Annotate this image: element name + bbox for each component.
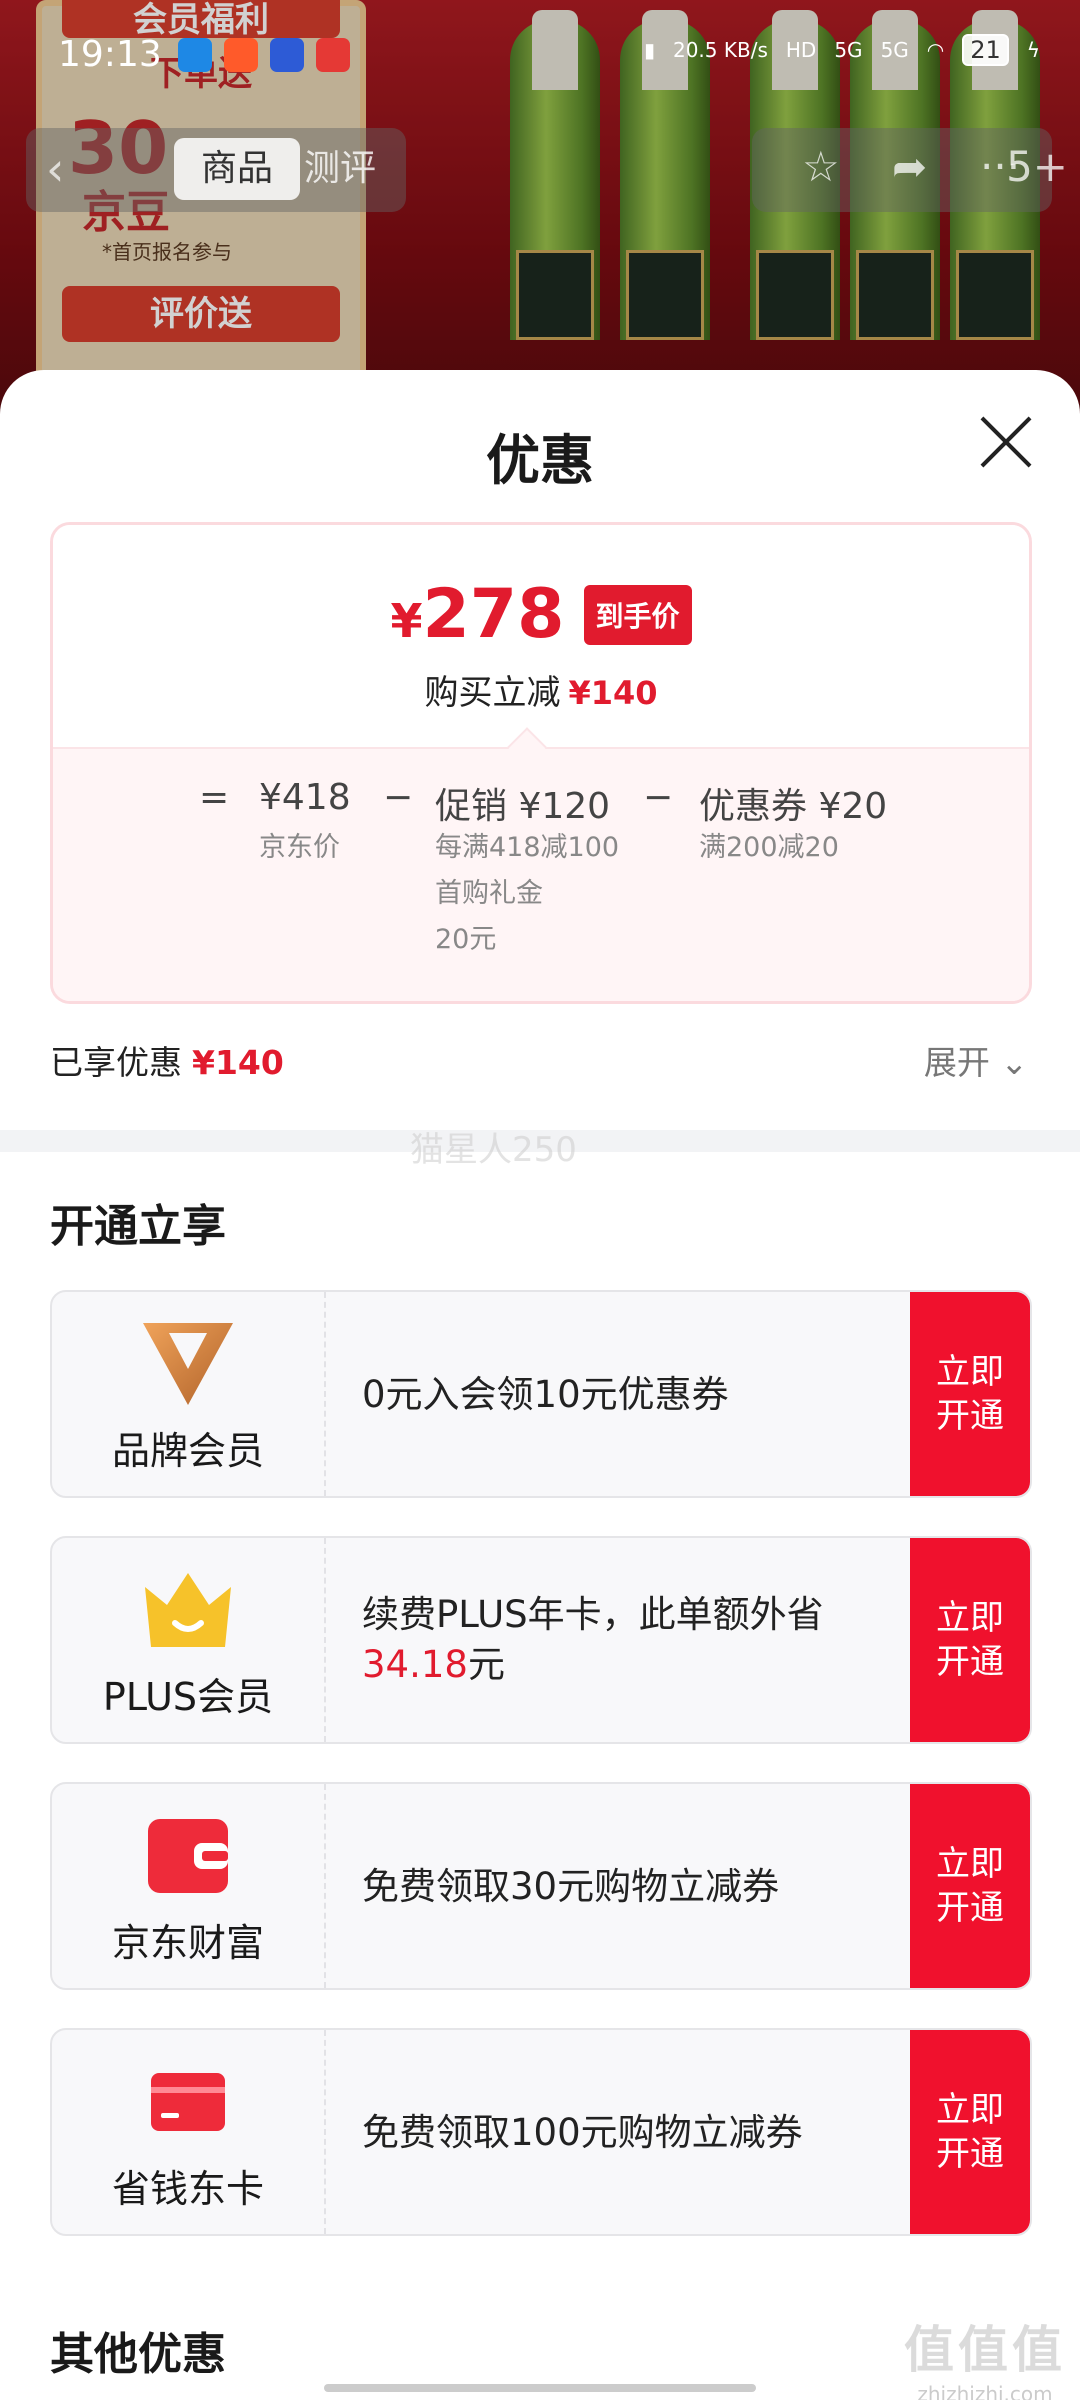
offer-brand-member[interactable]: 品牌会员 0元入会领10元优惠券 立即开通 xyxy=(50,1290,1032,1498)
card-icon xyxy=(52,2058,324,2146)
promo-gift-value: 20元 xyxy=(435,924,497,955)
coupon-rule: 满200减20 xyxy=(699,832,839,863)
section-title-open: 开通立享 xyxy=(50,1201,226,1252)
wifi-icon: ◠ xyxy=(926,38,945,62)
charging-icon: ϟ xyxy=(1026,38,1040,62)
activate-button[interactable]: 立即开通 xyxy=(910,2030,1030,2234)
close-icon[interactable] xyxy=(976,412,1036,472)
notification-icons xyxy=(178,38,350,72)
app-notification-icon xyxy=(270,38,304,72)
offer-desc: 免费领取100元购物立减券 xyxy=(362,2111,803,2154)
tab-review[interactable]: 测评 xyxy=(304,138,376,200)
crown-icon xyxy=(52,1566,324,1654)
promo-amount: 促销 ¥120 xyxy=(435,786,611,827)
back-arrow-icon[interactable]: ‹ xyxy=(46,142,64,196)
offer-name: 京东财富 xyxy=(111,1921,264,1965)
status-bar: 19:13 ▮ 20.5 KB/s HD 5G 5G ◠ 21 ϟ xyxy=(0,0,1080,110)
enjoyed-discount-amount: ¥140 xyxy=(192,1043,284,1082)
base-price: ¥418 xyxy=(259,777,351,818)
offer-name: 品牌会员 xyxy=(111,1429,264,1473)
nav-tabs-pill: ‹ 商品 测评 xyxy=(26,128,406,212)
system-indicators: ▮ 20.5 KB/s HD 5G 5G ◠ 21 ϟ xyxy=(644,34,1040,66)
vibrate-icon: ▮ xyxy=(643,38,655,62)
offer-plus-member[interactable]: PLUS会员 续费PLUS年卡，此单额外省34.18元 立即开通 xyxy=(50,1536,1032,1744)
enjoyed-discount: 已享优惠 ¥140 xyxy=(50,1043,284,1082)
offer-desc: 免费领取30元购物立减券 xyxy=(362,1865,780,1908)
activate-button[interactable]: 立即开通 xyxy=(910,1784,1030,1988)
extra-saving-amount: 34.18 xyxy=(362,1643,468,1686)
watermark: 猫星人250 xyxy=(410,1130,577,1170)
message-badge: 5+ xyxy=(1006,142,1068,191)
app-notification-icon xyxy=(316,38,350,72)
promo-rule: 每满418减100 xyxy=(435,832,620,863)
activate-button[interactable]: 立即开通 xyxy=(910,1538,1030,1742)
sheet-title: 优惠 xyxy=(486,429,594,492)
expand-button[interactable]: 展开 ⌄ xyxy=(924,1036,1028,1084)
signal-5g-2: 5G xyxy=(880,38,909,62)
star-icon[interactable]: ☆ xyxy=(802,142,840,191)
instant-discount-amount: ¥140 xyxy=(568,674,658,712)
instant-discount-row: 购买立减 ¥140 xyxy=(424,673,658,713)
offer-desc: 续费PLUS年卡，此单额外省34.18元 xyxy=(362,1593,824,1686)
offer-name: PLUS会员 xyxy=(102,1675,274,1719)
tab-goods[interactable]: 商品 xyxy=(174,138,300,200)
discount-sheet: 优惠 ¥278 到手价 购买立减 ¥140 = ¥418 京东价 − 促销 ¥12… xyxy=(0,370,1080,2400)
offer-desc: 0元入会领10元优惠券 xyxy=(362,1373,729,1416)
price-breakdown-card: ¥278 到手价 购买立减 ¥140 = ¥418 京东价 − 促销 ¥120 每… xyxy=(50,522,1032,1004)
hd-icon: HD xyxy=(785,38,817,62)
wallet-icon xyxy=(52,1812,324,1900)
minus-sign: − xyxy=(643,777,674,818)
product-nav-bar: ‹ 商品 测评 ☆ ➦ ··· 5+ xyxy=(26,128,1068,212)
brand-v-icon xyxy=(52,1320,324,1408)
app-notification-icon xyxy=(178,38,212,72)
final-price: ¥278 xyxy=(390,575,565,654)
chevron-down-icon: ⌄ xyxy=(1000,1043,1028,1082)
minus-sign: − xyxy=(383,777,414,818)
activate-button[interactable]: 立即开通 xyxy=(910,1292,1030,1496)
final-price-tag: 到手价 xyxy=(583,584,692,645)
site-watermark: 值值值 zhizhizhi.com xyxy=(904,2321,1066,2400)
offer-saving-card[interactable]: 省钱东卡 免费领取100元购物立减券 立即开通 xyxy=(50,2028,1032,2236)
home-indicator[interactable] xyxy=(324,2384,756,2392)
signal-5g-1: 5G xyxy=(834,38,863,62)
equals-sign: = xyxy=(199,777,230,818)
nav-actions-pill: ☆ ➦ ··· 5+ xyxy=(752,128,1068,212)
clock: 19:13 xyxy=(58,34,162,75)
share-icon[interactable]: ➦ xyxy=(892,142,927,191)
offer-jd-finance[interactable]: 京东财富 免费领取30元购物立减券 立即开通 xyxy=(50,1782,1032,1990)
battery-icon: 21 xyxy=(962,34,1009,66)
net-speed: 20.5 KB/s xyxy=(672,38,768,62)
promo-gift-label: 首购礼金 xyxy=(435,878,543,909)
app-notification-icon xyxy=(224,38,258,72)
coupon-amount: 优惠券 ¥20 xyxy=(699,786,888,827)
section-title-other: 其他优惠 xyxy=(50,2329,226,2380)
price-formula: = ¥418 京东价 − 促销 ¥120 每满418减100 首购礼金 20元 … xyxy=(53,747,1029,1001)
base-price-label: 京东价 xyxy=(259,832,340,863)
offer-name: 省钱东卡 xyxy=(111,2167,264,2211)
